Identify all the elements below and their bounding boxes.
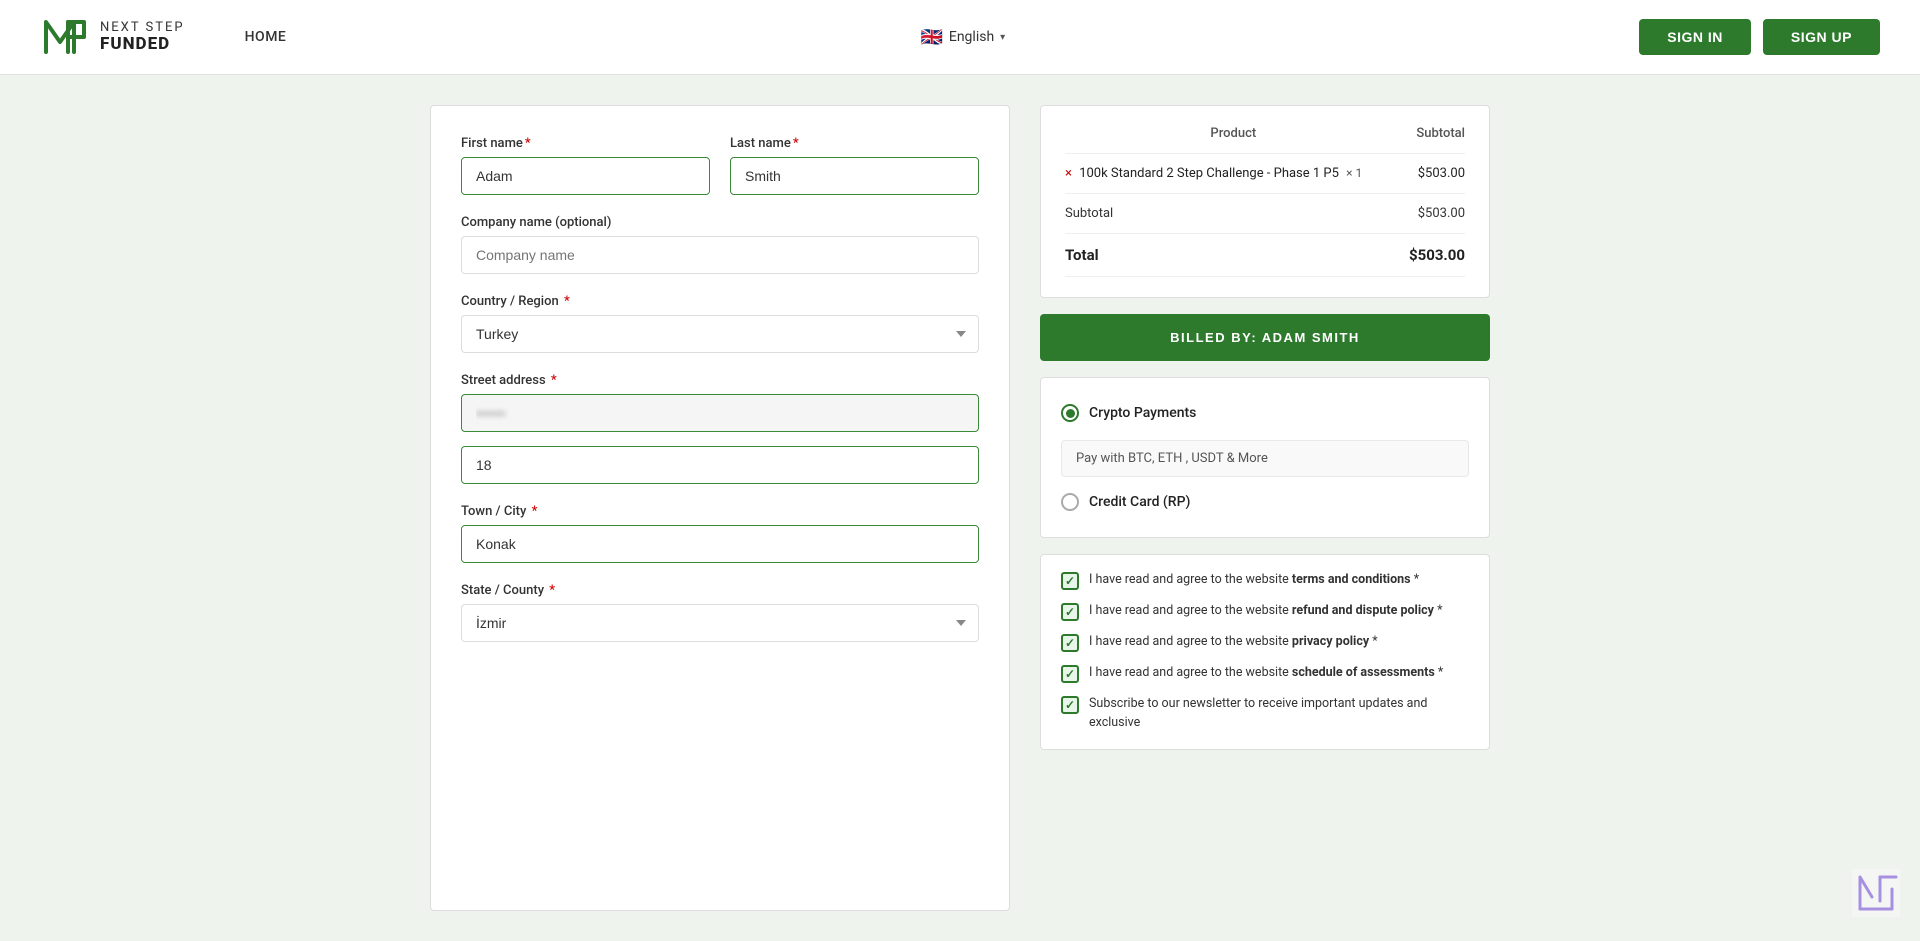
state-county-group: State / County * İzmir	[461, 583, 979, 642]
street-address-group: Street address *	[461, 373, 979, 484]
subtotal-row: Subtotal $503.00	[1065, 194, 1465, 234]
billing-form-panel: First name* Last name* Company name (opt…	[430, 105, 1010, 911]
first-name-input[interactable]	[461, 157, 710, 195]
signup-button[interactable]: SIGN UP	[1763, 19, 1880, 55]
logo-top: NEXT STEP	[100, 21, 185, 35]
order-table: Product Subtotal × 100k Standard 2 Step …	[1065, 126, 1465, 277]
watermark-icon	[1852, 869, 1900, 917]
town-city-input[interactable]	[461, 525, 979, 563]
main-nav: HOME	[245, 29, 287, 45]
town-city-group: Town / City *	[461, 504, 979, 563]
total-row: Total $503.00	[1065, 234, 1465, 277]
subtotal-label: Subtotal	[1065, 194, 1402, 234]
country-group: Country / Region * Turkey	[461, 294, 979, 353]
credit-card-option[interactable]: Credit Card (RP)	[1061, 483, 1469, 521]
street-address2-input[interactable]	[461, 446, 979, 484]
agreement-item-3: I have read and agree to the website sch…	[1061, 664, 1469, 683]
billed-by-button[interactable]: BILLED BY: ADAM SMITH	[1040, 314, 1490, 361]
logo-text: NEXT STEP FUNDED	[100, 21, 185, 54]
header-center: 🇬🇧 English ▾	[286, 27, 1639, 48]
header-actions: SIGN IN SIGN UP	[1639, 19, 1880, 55]
header: NEXT STEP FUNDED HOME 🇬🇧 English ▾ SIGN …	[0, 0, 1920, 75]
last-name-required: *	[793, 136, 799, 151]
main-content: First name* Last name* Company name (opt…	[410, 75, 1510, 941]
first-name-label: First name*	[461, 136, 710, 151]
crypto-radio[interactable]	[1061, 404, 1079, 422]
logo-bottom: FUNDED	[100, 35, 185, 54]
language-selector[interactable]: 🇬🇧 English ▾	[920, 27, 1005, 48]
subtotal-header: Subtotal	[1402, 126, 1465, 154]
crypto-description: Pay with BTC, ETH , USDT & More	[1061, 440, 1469, 477]
agreement-text-2: I have read and agree to the website pri…	[1089, 633, 1378, 652]
agreement-checkbox-0[interactable]	[1061, 572, 1079, 590]
agreement-checkbox-2[interactable]	[1061, 634, 1079, 652]
product-price: $503.00	[1402, 154, 1465, 194]
product-name: 100k Standard 2 Step Challenge - Phase 1…	[1079, 166, 1339, 181]
last-name-input[interactable]	[730, 157, 979, 195]
agreement-item-4: Subscribe to our newsletter to receive i…	[1061, 695, 1469, 733]
crypto-payment-option[interactable]: Crypto Payments	[1061, 394, 1469, 432]
agreement-item-0: I have read and agree to the website ter…	[1061, 571, 1469, 590]
order-summary: Product Subtotal × 100k Standard 2 Step …	[1040, 105, 1490, 298]
total-label: Total	[1065, 234, 1402, 277]
subtotal-value: $503.00	[1402, 194, 1465, 234]
country-select[interactable]: Turkey	[461, 315, 979, 353]
credit-card-radio[interactable]	[1061, 493, 1079, 511]
chevron-down-icon: ▾	[1000, 32, 1005, 43]
town-city-label: Town / City *	[461, 504, 979, 519]
signin-button[interactable]: SIGN IN	[1639, 19, 1751, 55]
product-row: × 100k Standard 2 Step Challenge - Phase…	[1065, 154, 1465, 194]
agreement-item-2: I have read and agree to the website pri…	[1061, 633, 1469, 652]
country-label: Country / Region *	[461, 294, 979, 309]
agreements-panel: I have read and agree to the website ter…	[1040, 554, 1490, 750]
order-panel: Product Subtotal × 100k Standard 2 Step …	[1040, 105, 1490, 911]
agreement-text-0: I have read and agree to the website ter…	[1089, 571, 1419, 590]
payment-methods: Crypto Payments Pay with BTC, ETH , USDT…	[1040, 377, 1490, 538]
name-row: First name* Last name*	[461, 136, 979, 195]
agreement-checkbox-1[interactable]	[1061, 603, 1079, 621]
language-label: English	[949, 29, 994, 45]
first-name-required: *	[525, 136, 531, 151]
street-address-label: Street address *	[461, 373, 979, 388]
agreement-checkbox-4[interactable]	[1061, 696, 1079, 714]
agreement-item-1: I have read and agree to the website ref…	[1061, 602, 1469, 621]
company-name-group: Company name (optional)	[461, 215, 979, 274]
first-name-group: First name*	[461, 136, 710, 195]
agreement-text-4: Subscribe to our newsletter to receive i…	[1089, 695, 1469, 733]
company-name-label: Company name (optional)	[461, 215, 979, 230]
agreement-text-1: I have read and agree to the website ref…	[1089, 602, 1442, 621]
product-header: Product	[1065, 126, 1402, 154]
state-county-label: State / County *	[461, 583, 979, 598]
logo[interactable]: NEXT STEP FUNDED	[40, 12, 185, 62]
product-cell: × 100k Standard 2 Step Challenge - Phase…	[1065, 154, 1402, 194]
street-address-input[interactable]	[461, 394, 979, 432]
flag-icon: 🇬🇧	[920, 27, 942, 48]
company-name-input[interactable]	[461, 236, 979, 274]
logo-icon	[40, 12, 90, 62]
credit-card-label: Credit Card (RP)	[1089, 494, 1190, 510]
last-name-group: Last name*	[730, 136, 979, 195]
watermark	[1852, 869, 1900, 921]
agreement-checkbox-3[interactable]	[1061, 665, 1079, 683]
last-name-label: Last name*	[730, 136, 979, 151]
product-qty: × 1	[1346, 166, 1362, 180]
nav-home[interactable]: HOME	[245, 29, 287, 45]
total-value: $503.00	[1402, 234, 1465, 277]
remove-icon[interactable]: ×	[1065, 166, 1072, 181]
crypto-label: Crypto Payments	[1089, 405, 1196, 421]
state-county-select[interactable]: İzmir	[461, 604, 979, 642]
agreement-text-3: I have read and agree to the website sch…	[1089, 664, 1443, 683]
